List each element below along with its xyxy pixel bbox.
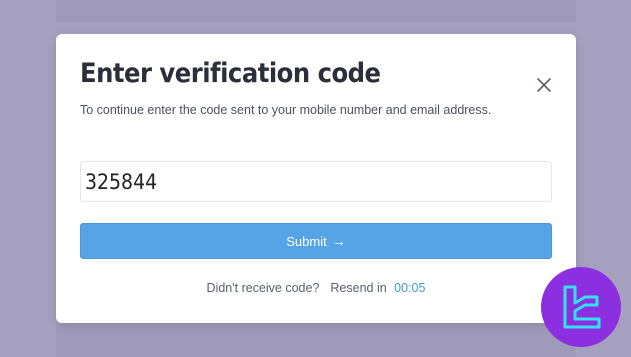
submit-label: Submit xyxy=(286,233,327,249)
close-icon[interactable] xyxy=(535,76,553,94)
resend-question: Didn't receive code? xyxy=(206,281,320,295)
verification-modal: Enter verification code To continue ente… xyxy=(56,34,576,323)
resend-timer: 00:05 xyxy=(394,281,426,295)
backdrop-panel-bottom xyxy=(56,323,576,357)
verification-code-input[interactable] xyxy=(80,161,552,202)
resend-label: Resend in xyxy=(330,281,387,295)
backdrop-panel-top xyxy=(56,0,576,22)
arrow-right-icon: → xyxy=(331,233,346,249)
resend-row: Didn't receive code? Resend in 00:05 xyxy=(56,281,576,295)
modal-subtitle: To continue enter the code sent to your … xyxy=(80,103,492,117)
brand-logo-icon xyxy=(541,267,621,347)
modal-title: Enter verification code xyxy=(80,58,381,89)
submit-button[interactable]: Submit → xyxy=(80,223,552,259)
